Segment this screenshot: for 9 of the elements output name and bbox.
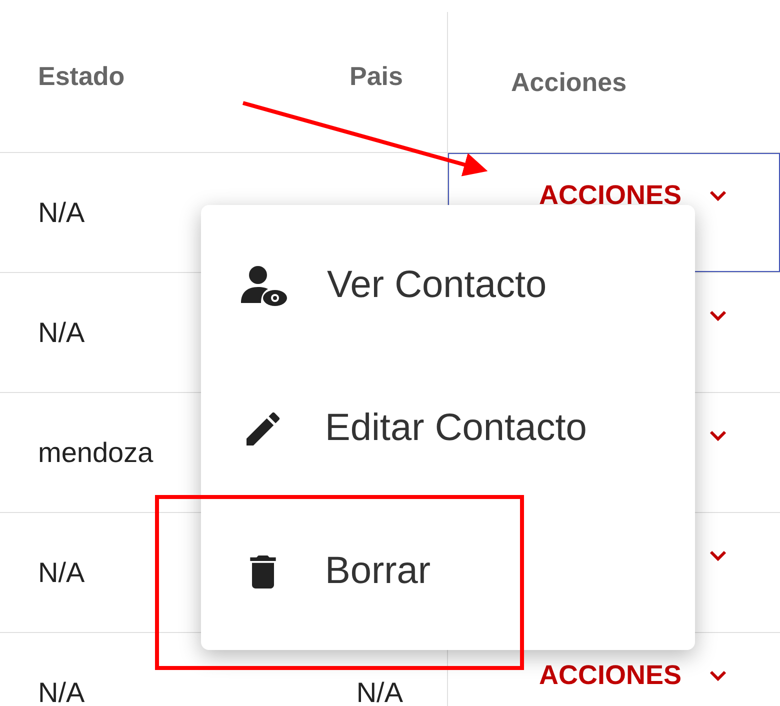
column-header: Estado <box>38 60 125 92</box>
table-cell: N/A <box>38 676 85 706</box>
column-header: Pais <box>350 60 403 92</box>
table-cell: mendoza <box>38 436 154 468</box>
table-cell: N/A <box>356 676 403 706</box>
table-cell: N/A <box>38 316 85 348</box>
table-cell: N/A <box>38 196 85 228</box>
table-cell: N/A <box>38 556 85 588</box>
column-header: Acciones <box>511 66 627 98</box>
